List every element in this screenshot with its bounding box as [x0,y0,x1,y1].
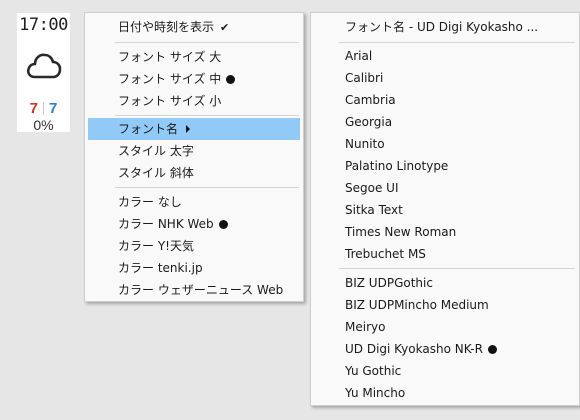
font-item-trebuchet-ms[interactable]: Trebuchet MS [314,243,576,265]
menu-item-label: カラー tenki.jp [118,261,203,275]
font-item-label: Trebuchet MS [345,247,426,261]
menu-item-font-size-small[interactable]: フォント サイズ 小 [88,90,300,112]
menu-item-color-weathernews[interactable]: カラー ウェザーニュース Web [88,279,300,301]
font-item-label: Georgia [345,115,393,129]
font-item-label: Nunito [345,137,385,151]
submenu-arrow-icon [186,125,191,133]
font-item-label: BIZ UDPGothic [345,276,433,290]
font-submenu: フォント名 - UD Digi Kyokasho ... Arial Calib… [310,12,580,406]
selected-dot-icon [218,220,228,229]
temp-min: 7 [49,100,58,117]
temperature-row: 7 7 [17,100,70,117]
menu-item-label: 日付や時刻を表示 [118,20,215,34]
font-item-yu-gothic[interactable]: Yu Gothic [314,360,576,382]
menu-item-style-italic[interactable]: スタイル 斜体 [88,162,300,184]
font-item-sitka-text[interactable]: Sitka Text [314,199,576,221]
menu-separator [339,42,575,43]
menu-separator [115,42,299,43]
menu-item-label: スタイル 斜体 [118,166,194,180]
menu-item-label: フォント名 [118,122,179,136]
menu-item-label: カラー Y!天気 [118,239,194,253]
font-item-ud-digi-kyokasho[interactable]: UD Digi Kyokasho NK-R [314,338,576,360]
menu-item-color-none[interactable]: カラー なし [88,191,300,213]
font-item-segoe-ui[interactable]: Segoe UI [314,177,576,199]
menu-item-label: スタイル 太字 [118,144,194,158]
font-item-georgia[interactable]: Georgia [314,111,576,133]
font-item-biz-udpmincho-medium[interactable]: BIZ UDPMincho Medium [314,294,576,316]
selected-dot-icon [226,75,236,84]
menu-item-label: カラー NHK Web [118,217,214,231]
font-item-label: Palatino Linotype [345,159,449,173]
font-item-calibri[interactable]: Calibri [314,67,576,89]
font-item-label: BIZ UDPMincho Medium [345,298,489,312]
menu-item-color-yahoo[interactable]: カラー Y!天気 [88,235,300,257]
submenu-header-label: フォント名 - UD Digi Kyokasho ... [345,20,539,34]
checkmark-icon: ✔ [220,21,230,34]
menu-item-label: フォント サイズ 大 [118,50,222,64]
font-item-label: Meiryo [345,320,386,334]
cloud-icon [26,53,62,79]
menu-separator [339,268,575,269]
selected-dot-icon [487,345,497,354]
submenu-header: フォント名 - UD Digi Kyokasho ... [314,16,576,38]
menu-item-label: フォント サイズ 中 [118,72,222,86]
menu-separator [115,115,299,116]
font-item-times-new-roman[interactable]: Times New Roman [314,221,576,243]
time-display: 17:00 [19,15,68,35]
font-item-meiryo[interactable]: Meiryo [314,316,576,338]
menu-item-show-datetime[interactable]: 日付や時刻を表示 ✔ [88,16,300,38]
font-item-label: UD Digi Kyokasho NK-R [345,342,483,356]
font-item-label: Calibri [345,71,384,85]
menu-item-label: カラー ウェザーニュース Web [118,283,284,297]
font-item-yu-mincho[interactable]: Yu Mincho [314,382,576,404]
font-item-arial[interactable]: Arial [314,45,576,67]
font-item-label: Yu Gothic [345,364,402,378]
font-item-label: Segoe UI [345,181,399,195]
menu-item-style-bold[interactable]: スタイル 太字 [88,140,300,162]
font-item-nunito[interactable]: Nunito [314,133,576,155]
menu-item-label: フォント サイズ 小 [118,94,222,108]
font-item-palatino-linotype[interactable]: Palatino Linotype [314,155,576,177]
menu-item-color-tenki[interactable]: カラー tenki.jp [88,257,300,279]
font-item-label: Cambria [345,93,396,107]
rain-chance: 0% [33,117,54,133]
menu-item-font-name[interactable]: フォント名 [88,118,300,140]
menu-item-label: カラー なし [118,195,182,209]
menu-item-color-nhk[interactable]: カラー NHK Web [88,213,300,235]
temp-divider [43,102,44,115]
font-item-biz-udpgothic[interactable]: BIZ UDPGothic [314,272,576,294]
font-item-label: Sitka Text [345,203,403,217]
menu-separator [115,187,299,188]
font-item-label: Times New Roman [345,225,457,239]
menu-item-font-size-large[interactable]: フォント サイズ 大 [88,46,300,68]
temp-max: 7 [29,100,38,117]
weather-widget[interactable]: 17:00 7 7 0% [17,13,70,133]
font-item-label: Yu Mincho [345,386,406,400]
menu-item-font-size-medium[interactable]: フォント サイズ 中 [88,68,300,90]
context-menu: 日付や時刻を表示 ✔ フォント サイズ 大 フォント サイズ 中 フォント サイズ… [84,12,304,302]
font-item-cambria[interactable]: Cambria [314,89,576,111]
font-item-label: Arial [345,49,373,63]
